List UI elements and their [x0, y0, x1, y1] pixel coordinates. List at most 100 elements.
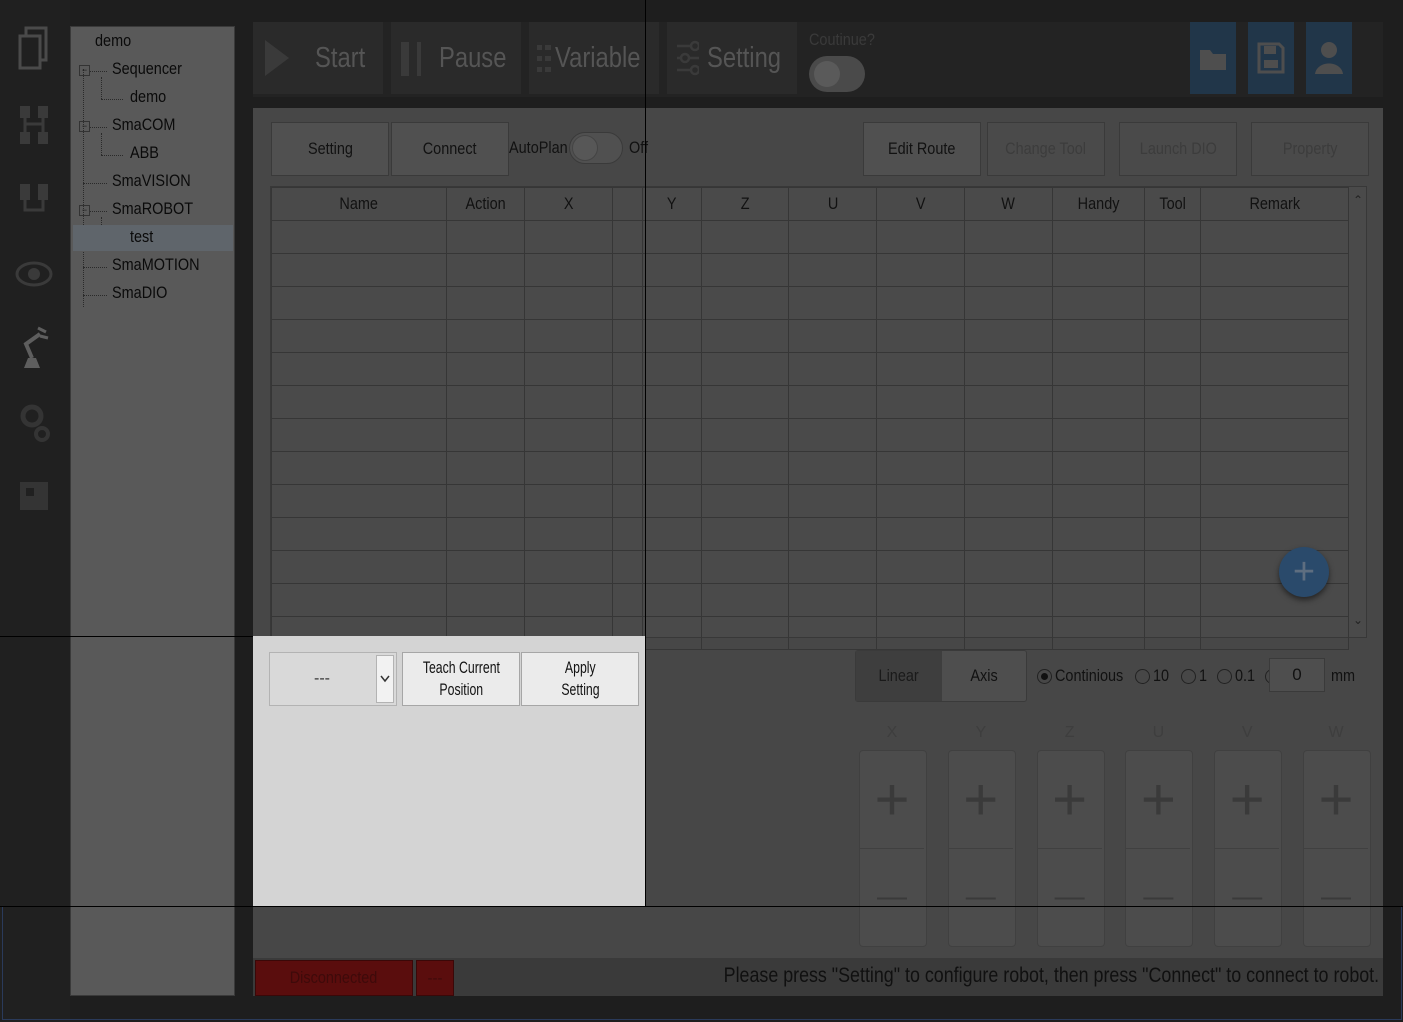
setting-toolbar-button[interactable]: Setting [667, 22, 797, 94]
jog-minus-button[interactable]: — [860, 848, 924, 945]
table-cell[interactable] [1051, 550, 1145, 584]
table-row[interactable] [271, 418, 1349, 452]
collapse-icon[interactable]: − [79, 121, 90, 132]
table-cell[interactable] [642, 253, 702, 287]
table-cell[interactable] [1143, 484, 1202, 518]
table-cell[interactable] [788, 253, 878, 287]
table-cell[interactable] [963, 550, 1053, 584]
table-cell[interactable] [642, 583, 702, 617]
start-button[interactable]: Start [253, 22, 383, 94]
table-cell[interactable] [876, 385, 965, 419]
table-row[interactable] [271, 517, 1349, 551]
tree-item-smarobot[interactable]: SmaROBOT [112, 199, 193, 219]
column-header[interactable]: Action [445, 187, 526, 221]
column-header[interactable]: W [963, 187, 1053, 221]
apply-setting-button[interactable]: Apply Setting [521, 652, 639, 706]
table-cell[interactable] [1143, 352, 1202, 386]
pause-button[interactable]: Pause [391, 22, 521, 94]
table-cell[interactable] [445, 352, 526, 386]
table-cell[interactable] [271, 220, 447, 254]
teach-current-position-button[interactable]: Teach Current Position [402, 652, 520, 706]
table-cell[interactable] [700, 451, 790, 485]
table-cell[interactable] [1051, 517, 1145, 551]
table-cell[interactable] [445, 583, 526, 617]
table-cell[interactable] [876, 484, 965, 518]
table-row[interactable] [271, 286, 1349, 320]
add-point-button[interactable]: + [1279, 547, 1329, 597]
table-cell[interactable] [1143, 451, 1202, 485]
table-cell[interactable] [642, 517, 702, 551]
table-cell[interactable] [963, 286, 1053, 320]
autoplan-toggle[interactable] [569, 132, 623, 164]
motion-gear-icon[interactable] [14, 400, 54, 444]
edit-route-button[interactable]: Edit Route [863, 122, 981, 176]
tree-item-demo-sequence[interactable]: demo [130, 87, 166, 107]
table-cell[interactable] [1143, 286, 1202, 320]
table-cell[interactable] [963, 253, 1053, 287]
table-cell[interactable] [1051, 286, 1145, 320]
table-cell[interactable] [611, 220, 644, 254]
table-cell[interactable] [611, 253, 644, 287]
table-row[interactable] [271, 220, 1349, 254]
table-cell[interactable] [1143, 550, 1202, 584]
table-cell[interactable] [1200, 451, 1349, 485]
table-cell[interactable] [700, 583, 790, 617]
table-cell[interactable] [788, 385, 878, 419]
table-row[interactable] [271, 319, 1349, 353]
table-cell[interactable] [642, 451, 702, 485]
table-cell[interactable] [611, 418, 644, 452]
save-button[interactable] [1248, 22, 1294, 94]
column-header[interactable]: U [788, 187, 878, 221]
table-cell[interactable] [445, 550, 526, 584]
table-cell[interactable] [445, 220, 526, 254]
scroll-down-icon[interactable]: ⌄ [1353, 613, 1363, 627]
table-cell[interactable] [642, 319, 702, 353]
table-cell[interactable] [700, 319, 790, 353]
vision-icon[interactable] [14, 252, 54, 296]
table-cell[interactable] [445, 253, 526, 287]
table-cell[interactable] [876, 517, 965, 551]
column-header[interactable]: Name [271, 187, 447, 221]
table-cell[interactable] [445, 319, 526, 353]
table-cell[interactable] [1051, 583, 1145, 617]
tree-item-smacom[interactable]: SmaCOM [112, 115, 175, 135]
step-radio[interactable] [1135, 668, 1150, 684]
table-cell[interactable] [642, 484, 702, 518]
table-cell[interactable] [963, 220, 1053, 254]
table-cell[interactable] [524, 583, 613, 617]
jog-plus-button[interactable]: + [1038, 751, 1102, 847]
step-radio-selected[interactable] [1037, 668, 1052, 684]
table-cell[interactable] [611, 583, 644, 617]
chevron-down-icon[interactable] [376, 655, 394, 703]
table-cell[interactable] [876, 550, 965, 584]
table-cell[interactable] [445, 517, 526, 551]
table-cell[interactable] [963, 616, 1053, 650]
table-row[interactable] [271, 451, 1349, 485]
table-cell[interactable] [1143, 517, 1202, 551]
table-cell[interactable] [642, 385, 702, 419]
table-cell[interactable] [611, 451, 644, 485]
table-cell[interactable] [876, 220, 965, 254]
column-header[interactable] [611, 187, 644, 221]
table-cell[interactable] [963, 484, 1053, 518]
table-cell[interactable] [963, 352, 1053, 386]
table-cell[interactable] [700, 286, 790, 320]
table-cell[interactable] [876, 286, 965, 320]
property-button[interactable]: Property [1251, 122, 1369, 176]
table-cell[interactable] [445, 451, 526, 485]
table-cell[interactable] [271, 583, 447, 617]
table-cell[interactable] [1051, 484, 1145, 518]
table-cell[interactable] [1051, 616, 1145, 650]
table-cell[interactable] [1143, 616, 1202, 650]
table-cell[interactable] [1200, 484, 1349, 518]
jog-plus-button[interactable]: + [1215, 751, 1279, 847]
table-cell[interactable] [1051, 352, 1145, 386]
table-cell[interactable] [271, 352, 447, 386]
table-row[interactable] [271, 352, 1349, 386]
new-file-icon[interactable] [14, 26, 54, 70]
table-cell[interactable] [271, 550, 447, 584]
jog-plus-button[interactable]: + [1304, 751, 1368, 847]
variable-button[interactable]: Variable [529, 22, 659, 94]
table-cell[interactable] [1051, 418, 1145, 452]
jog-minus-button[interactable]: — [1126, 848, 1191, 945]
